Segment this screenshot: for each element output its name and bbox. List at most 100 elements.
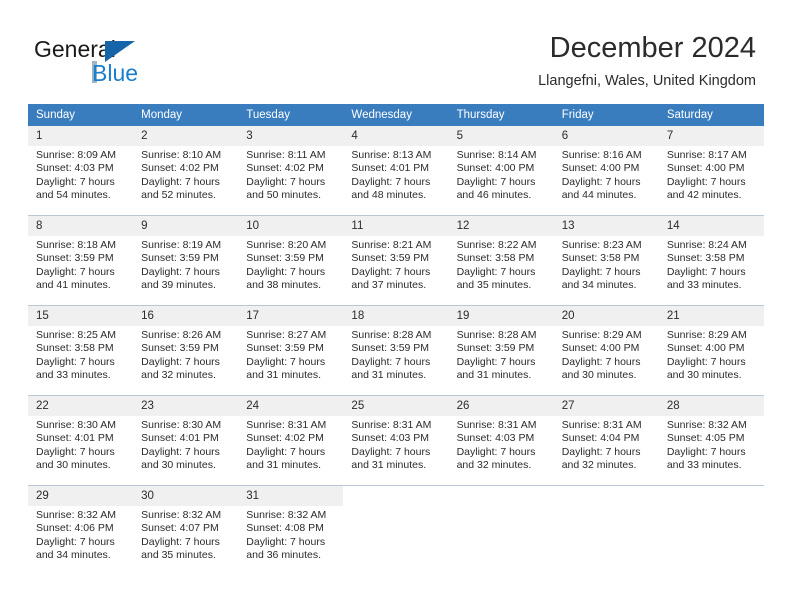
sunrise-text: Sunrise: 8:28 AM xyxy=(456,329,537,341)
sunset-text: Sunset: 3:59 PM xyxy=(36,252,114,265)
daylight-text-line2: and 32 minutes. xyxy=(456,459,532,472)
daylight-text-line2: and 30 minutes. xyxy=(141,459,216,472)
day-cell[interactable]: 17 Sunrise: 8:27 AM Sunset: 3:59 PM Dayligh… xyxy=(238,305,344,396)
sunrise-text: Sunrise: 8:30 AM xyxy=(36,419,116,431)
sunrise-text: Sunrise: 8:14 AM xyxy=(456,149,537,161)
daylight-text-line2: and 31 minutes. xyxy=(246,459,321,472)
day-details: Sunrise: 8:18 AM Sunset: 3:59 PM Daylight:… xyxy=(28,236,133,293)
day-cell[interactable]: 16 Sunrise: 8:26 AM Sunset: 3:59 PM Dayligh… xyxy=(133,305,239,396)
day-number: 21 xyxy=(658,306,764,326)
day-cell[interactable]: 18 Sunrise: 8:28 AM Sunset: 3:59 PM Dayligh… xyxy=(343,305,449,396)
sunset-text: Sunset: 4:01 PM xyxy=(141,432,219,445)
daylight-text-line2: and 37 minutes. xyxy=(351,279,427,292)
day-number: 17 xyxy=(238,306,344,326)
day-cell[interactable]: 10 Sunrise: 8:20 AM Sunset: 3:59 PM Dayligh… xyxy=(238,215,344,306)
day-cell[interactable]: 4 Sunrise: 8:13 AM Sunset: 4:01 PM Daylight… xyxy=(343,126,449,216)
sunset-text: Sunset: 4:00 PM xyxy=(456,162,535,175)
sunrise-text: Sunrise: 8:20 AM xyxy=(246,239,327,251)
sunset-text: Sunset: 4:05 PM xyxy=(666,432,745,445)
day-cell[interactable]: 29 Sunrise: 8:32 AM Sunset: 4:06 PM Dayligh… xyxy=(28,485,134,575)
daylight-text-line2: and 31 minutes. xyxy=(456,369,532,382)
daylight-text-line2: and 33 minutes. xyxy=(666,279,742,292)
sunrise-text: Sunrise: 8:31 AM xyxy=(246,419,327,431)
day-cell[interactable]: 27 Sunrise: 8:31 AM Sunset: 4:04 PM Dayligh… xyxy=(553,395,659,486)
sunset-text: Sunset: 4:01 PM xyxy=(36,432,114,445)
day-cell[interactable]: 2 Sunrise: 8:10 AM Sunset: 4:02 PM Daylight… xyxy=(133,126,239,216)
daylight-text-line1: Daylight: 7 hours xyxy=(36,355,115,368)
sunrise-text: Sunrise: 8:22 AM xyxy=(456,239,537,251)
daylight-text-line2: and 48 minutes. xyxy=(351,189,427,202)
day-cell[interactable]: 9 Sunrise: 8:19 AM Sunset: 3:59 PM Daylight… xyxy=(133,215,239,306)
day-number: 28 xyxy=(658,396,764,416)
day-cell[interactable]: 11 Sunrise: 8:21 AM Sunset: 3:59 PM Dayligh… xyxy=(343,215,449,306)
day-cell[interactable]: 31 Sunrise: 8:32 AM Sunset: 4:08 PM Dayligh… xyxy=(238,485,344,575)
sunrise-text: Sunrise: 8:10 AM xyxy=(141,149,222,161)
sunset-text: Sunset: 4:00 PM xyxy=(561,162,640,175)
sunrise-text: Sunrise: 8:32 AM xyxy=(246,509,327,521)
sunset-text: Sunset: 4:02 PM xyxy=(141,162,219,175)
day-cell[interactable]: 30 Sunrise: 8:32 AM Sunset: 4:07 PM Dayligh… xyxy=(133,485,239,575)
day-details: Sunrise: 8:16 AM Sunset: 4:00 PM Daylight:… xyxy=(554,146,659,203)
week-row: 1 Sunrise: 8:09 AM Sunset: 4:03 PM Daylight… xyxy=(28,126,764,216)
day-number: 13 xyxy=(553,216,659,236)
day-details: Sunrise: 8:21 AM Sunset: 3:59 PM Daylight:… xyxy=(343,236,448,293)
day-details: Sunrise: 8:24 AM Sunset: 3:58 PM Daylight:… xyxy=(659,236,764,293)
sunset-text: Sunset: 3:59 PM xyxy=(141,342,219,355)
day-details: Sunrise: 8:31 AM Sunset: 4:04 PM Daylight:… xyxy=(554,416,659,473)
page-title: December 2024 xyxy=(549,32,756,64)
day-cell[interactable]: 14 Sunrise: 8:24 AM Sunset: 3:58 PM Dayligh… xyxy=(658,215,764,306)
weekday-header-thursday: Thursday xyxy=(448,104,554,126)
sunset-text: Sunset: 3:59 PM xyxy=(141,252,219,265)
day-cell[interactable]: 12 Sunrise: 8:22 AM Sunset: 3:58 PM Dayligh… xyxy=(448,215,554,306)
day-cell[interactable]: 3 Sunrise: 8:11 AM Sunset: 4:02 PM Daylight… xyxy=(238,126,344,216)
day-cell[interactable]: 13 Sunrise: 8:23 AM Sunset: 3:58 PM Dayligh… xyxy=(553,215,659,306)
weekday-header-tuesday: Tuesday xyxy=(238,104,344,126)
day-cell[interactable]: 28 Sunrise: 8:32 AM Sunset: 4:05 PM Dayligh… xyxy=(658,395,764,486)
day-number: 2 xyxy=(133,126,239,146)
day-cell[interactable]: 26 Sunrise: 8:31 AM Sunset: 4:03 PM Dayligh… xyxy=(448,395,554,486)
daylight-text-line1: Daylight: 7 hours xyxy=(666,175,746,188)
day-number: 30 xyxy=(133,486,239,506)
day-cell[interactable]: 5 Sunrise: 8:14 AM Sunset: 4:00 PM Daylight… xyxy=(448,126,554,216)
daylight-text-line1: Daylight: 7 hours xyxy=(246,355,326,368)
day-cell[interactable]: 15 Sunrise: 8:25 AM Sunset: 3:58 PM Dayligh… xyxy=(28,305,134,396)
day-number: 22 xyxy=(28,396,134,416)
sunset-text: Sunset: 4:03 PM xyxy=(351,432,430,445)
sunset-text: Sunset: 3:58 PM xyxy=(666,252,745,265)
day-number: 1 xyxy=(28,126,134,146)
day-details: Sunrise: 8:28 AM Sunset: 3:59 PM Daylight:… xyxy=(343,326,448,383)
day-cell[interactable]: 25 Sunrise: 8:31 AM Sunset: 4:03 PM Dayligh… xyxy=(343,395,449,486)
daylight-text-line2: and 30 minutes. xyxy=(36,459,111,472)
day-cell[interactable]: 7 Sunrise: 8:17 AM Sunset: 4:00 PM Daylight… xyxy=(658,126,764,216)
day-cell-empty xyxy=(553,485,659,575)
day-details: Sunrise: 8:28 AM Sunset: 3:59 PM Daylight:… xyxy=(449,326,554,383)
day-number: 4 xyxy=(343,126,449,146)
day-cell[interactable]: 20 Sunrise: 8:29 AM Sunset: 4:00 PM Dayligh… xyxy=(553,305,659,396)
day-details: Sunrise: 8:30 AM Sunset: 4:01 PM Daylight:… xyxy=(133,416,238,473)
daylight-text-line2: and 38 minutes. xyxy=(246,279,321,292)
day-cell-empty xyxy=(343,485,449,575)
day-cell-empty xyxy=(448,485,554,575)
week-row: 29 Sunrise: 8:32 AM Sunset: 4:06 PM Dayligh… xyxy=(28,485,764,575)
day-cell[interactable]: 24 Sunrise: 8:31 AM Sunset: 4:02 PM Dayligh… xyxy=(238,395,344,486)
sunset-text: Sunset: 3:59 PM xyxy=(456,342,535,355)
day-details: Sunrise: 8:11 AM Sunset: 4:02 PM Daylight:… xyxy=(238,146,343,203)
daylight-text-line2: and 41 minutes. xyxy=(36,279,111,292)
day-cell[interactable]: 19 Sunrise: 8:28 AM Sunset: 3:59 PM Dayligh… xyxy=(448,305,554,396)
daylight-text-line2: and 32 minutes. xyxy=(141,369,216,382)
day-cell[interactable]: 8 Sunrise: 8:18 AM Sunset: 3:59 PM Daylight… xyxy=(28,215,134,306)
sunset-text: Sunset: 3:58 PM xyxy=(36,342,114,355)
day-number: 11 xyxy=(343,216,449,236)
day-cell[interactable]: 1 Sunrise: 8:09 AM Sunset: 4:03 PM Daylight… xyxy=(28,126,134,216)
day-cell[interactable]: 21 Sunrise: 8:29 AM Sunset: 4:00 PM Dayligh… xyxy=(658,305,764,396)
day-cell[interactable]: 6 Sunrise: 8:16 AM Sunset: 4:00 PM Daylight… xyxy=(553,126,659,216)
day-details: Sunrise: 8:25 AM Sunset: 3:58 PM Daylight:… xyxy=(28,326,133,383)
day-cell[interactable]: 22 Sunrise: 8:30 AM Sunset: 4:01 PM Dayligh… xyxy=(28,395,134,486)
day-cell-empty xyxy=(658,485,764,575)
sunset-text: Sunset: 4:03 PM xyxy=(456,432,535,445)
day-cell[interactable]: 23 Sunrise: 8:30 AM Sunset: 4:01 PM Dayligh… xyxy=(133,395,239,486)
sunset-text: Sunset: 4:03 PM xyxy=(36,162,114,175)
day-number: 29 xyxy=(28,486,134,506)
sunrise-text: Sunrise: 8:25 AM xyxy=(36,329,116,341)
weekday-header-wednesday: Wednesday xyxy=(343,104,449,126)
